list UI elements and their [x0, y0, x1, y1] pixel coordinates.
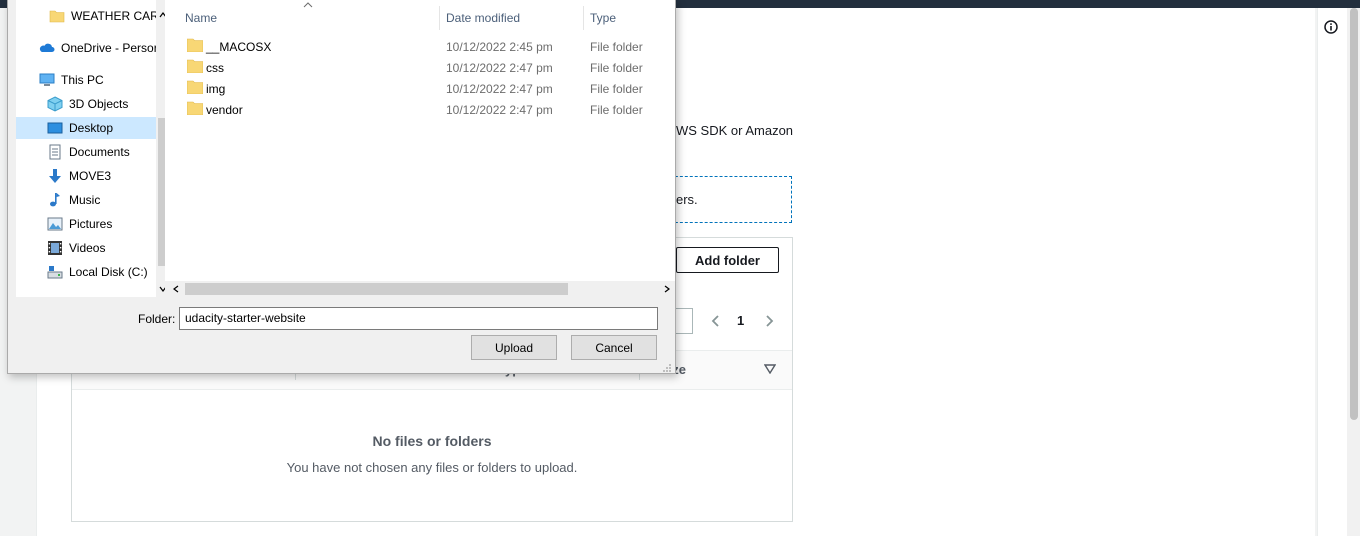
cancel-button[interactable]: Cancel [571, 335, 657, 360]
file-row[interactable]: __MACOSX 10/12/2022 2:45 pm File folder [165, 36, 675, 57]
computer-icon [39, 73, 55, 86]
nav-item-onedrive[interactable]: OneDrive - Persor [16, 37, 156, 59]
search-files-input[interactable] [676, 308, 693, 334]
chevron-left-icon[interactable] [171, 284, 181, 294]
music-icon [50, 193, 60, 207]
folder-icon [187, 59, 203, 73]
onedrive-icon [39, 43, 55, 52]
drive-icon [47, 266, 63, 279]
nav-item-label: Documents [69, 145, 130, 159]
chevron-right-icon[interactable] [662, 284, 672, 294]
sort-up-icon [303, 2, 313, 8]
file-row[interactable]: vendor 10/12/2022 2:47 pm File folder [165, 99, 675, 120]
nav-item-documents[interactable]: Documents [16, 141, 156, 163]
empty-state-subtitle: You have not chosen any files or folders… [286, 460, 578, 475]
nav-item-3d-objects[interactable]: 3D Objects [16, 93, 156, 115]
nav-item-label: MOVE3 [69, 169, 112, 183]
file-name: __MACOSX [206, 40, 272, 54]
file-date: 10/12/2022 2:47 pm [446, 82, 553, 96]
nav-item-label: This PC [61, 73, 104, 87]
navigation-pane: WEATHER CARD OneDrive - Persor This PC 3… [16, 0, 156, 297]
horizontal-scrollbar-thumb[interactable] [185, 283, 568, 295]
page-scrollbar-thumb[interactable] [1350, 8, 1358, 420]
column-divider[interactable] [583, 6, 584, 30]
nav-item-pictures[interactable]: Pictures [16, 213, 156, 235]
file-type: File folder [590, 40, 643, 54]
folder-icon [187, 80, 203, 94]
nav-item-music[interactable]: Music [16, 189, 156, 211]
sort-down-icon[interactable] [764, 364, 776, 374]
column-header-name[interactable]: Name [185, 11, 217, 25]
add-folder-button[interactable]: Add folder [676, 247, 779, 273]
nav-item-label: Desktop [69, 121, 114, 135]
nav-item-label: OneDrive - Persor [61, 41, 156, 55]
upload-button[interactable]: Upload [471, 335, 557, 360]
file-name: vendor [206, 103, 243, 117]
nav-item-label: WEATHER CARD [71, 9, 156, 23]
nav-item-label: Music [69, 193, 101, 207]
drop-zone-text: ers. [676, 192, 698, 207]
file-type: File folder [590, 82, 643, 96]
file-type: File folder [590, 103, 643, 117]
nav-item-label: Pictures [69, 217, 113, 231]
nav-item-label: 3D Objects [69, 97, 129, 111]
folder-icon [49, 10, 65, 23]
videos-icon [48, 241, 62, 255]
column-header-date-modified[interactable]: Date modified [446, 11, 520, 25]
file-date: 10/12/2022 2:47 pm [446, 103, 553, 117]
nav-item-local-disk[interactable]: Local Disk (C:) [16, 261, 156, 283]
info-icon[interactable] [1324, 20, 1338, 34]
column-header-type[interactable]: Type [590, 11, 616, 25]
nav-item-weather-card[interactable]: WEATHER CARD [16, 5, 156, 27]
column-divider[interactable] [439, 6, 440, 30]
documents-icon [49, 144, 61, 160]
file-name: img [206, 82, 226, 96]
folder-name-input[interactable]: udacity-starter-website [179, 307, 658, 330]
file-type: File folder [590, 61, 643, 75]
nav-item-label: Local Disk (C:) [69, 265, 148, 279]
folder-icon [187, 38, 203, 52]
folder-label: Folder: [138, 312, 176, 326]
nav-item-move3[interactable]: MOVE3 [16, 165, 156, 187]
file-date: 10/12/2022 2:47 pm [446, 61, 553, 75]
nav-item-this-pc[interactable]: This PC [16, 69, 156, 91]
upload-description: WS SDK or Amazon [676, 123, 794, 138]
chevron-left-icon[interactable] [708, 313, 724, 329]
file-row[interactable]: css 10/12/2022 2:47 pm File folder [165, 57, 675, 78]
resize-grip-icon[interactable] [662, 363, 672, 373]
desktop-icon [47, 122, 63, 134]
pictures-icon [47, 217, 63, 231]
chevron-right-icon[interactable] [761, 313, 777, 329]
nav-item-label: Videos [69, 241, 106, 255]
folder-icon [187, 101, 203, 115]
help-rail [1317, 8, 1347, 536]
page-number[interactable]: 1 [737, 313, 744, 328]
file-row[interactable]: img 10/12/2022 2:47 pm File folder [165, 78, 675, 99]
3d-objects-icon [47, 96, 63, 112]
nav-item-desktop[interactable]: Desktop [16, 117, 156, 139]
file-name: css [206, 61, 224, 75]
file-date: 10/12/2022 2:45 pm [446, 40, 553, 54]
empty-state-title: No files or folders [372, 433, 492, 449]
nav-item-videos[interactable]: Videos [16, 237, 156, 259]
download-arrow-icon [49, 169, 61, 183]
